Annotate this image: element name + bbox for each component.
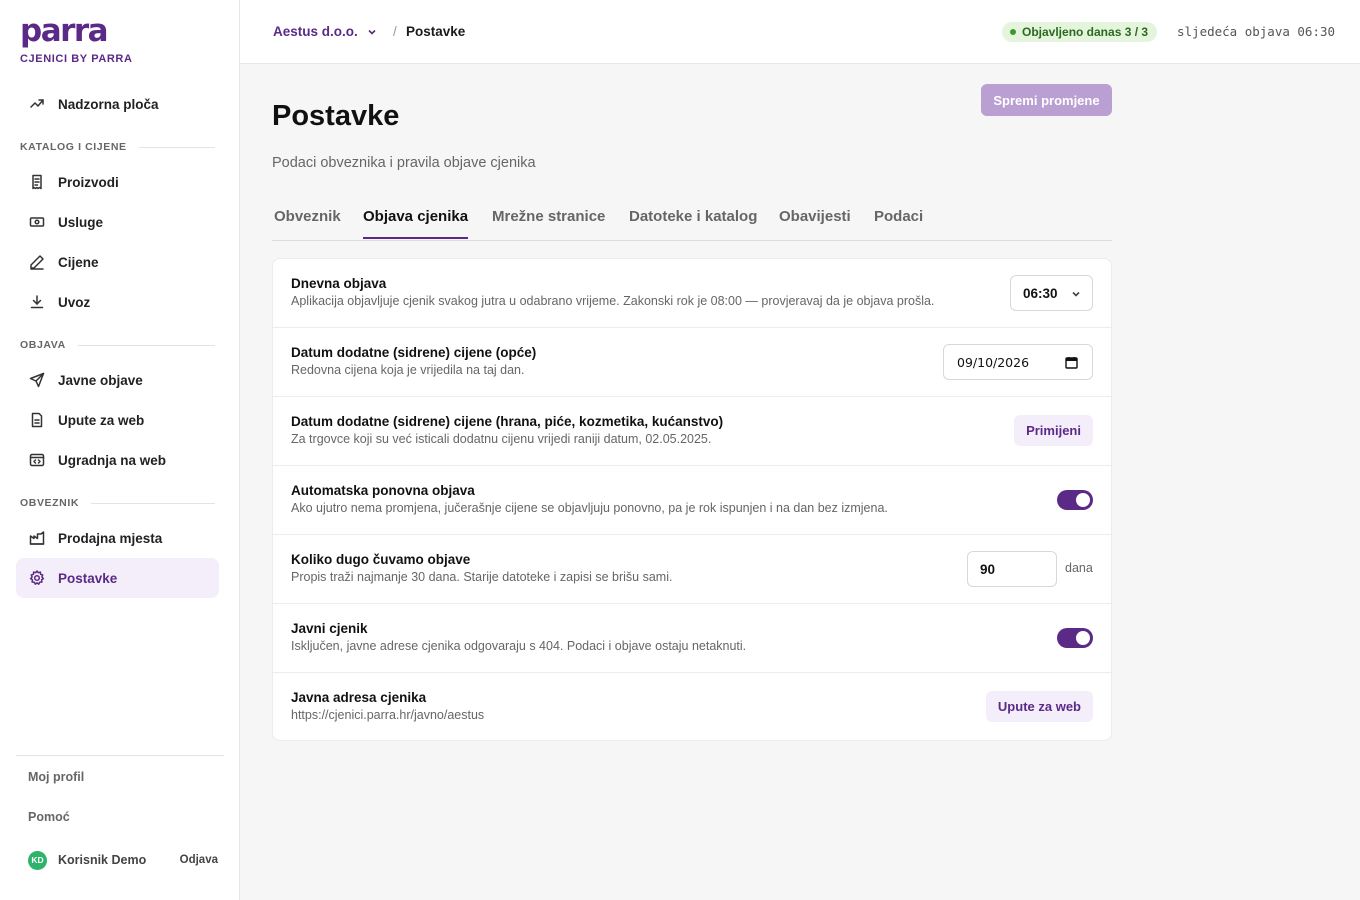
user-row: KD Korisnik Demo Odjava <box>28 850 218 870</box>
setting-row-daily-publish: Dnevna objava Aplikacija objavljuje cjen… <box>273 259 1111 328</box>
settings-tabs: Obveznik Objava cjenika Mrežne stranice … <box>272 200 1112 241</box>
tab-notifications[interactable]: Obavijesti <box>779 208 851 237</box>
sidebar-item-label: Uvoz <box>58 294 91 310</box>
setting-row-retention: Koliko dugo čuvamo objave Propis traži n… <box>273 535 1111 604</box>
sidebar-item-settings[interactable]: Postavke <box>16 558 219 598</box>
download-icon <box>28 293 46 311</box>
setting-row-anchor-general: Datum dodatne (sidrene) cijene (opće) Re… <box>273 328 1111 397</box>
logout-link[interactable]: Odjava <box>180 854 218 866</box>
sidebar-item-label: Nadzorna ploča <box>58 96 159 112</box>
sidebar-item-web-guide[interactable]: Upute za web <box>16 400 219 440</box>
parra-logo[interactable]: parra <box>20 14 109 48</box>
calendar-icon[interactable] <box>1065 356 1078 369</box>
page-title: Postavke <box>272 100 400 132</box>
retention-days-input[interactable]: 90 <box>967 551 1057 587</box>
publish-time-value: 06:30 <box>1023 285 1058 301</box>
save-button[interactable]: Spremi promjene <box>981 84 1112 116</box>
sidebar-item-points-of-sale[interactable]: Prodajna mjesta <box>16 518 219 558</box>
trending-up-icon <box>28 95 46 113</box>
setting-row-public-url: Javna adresa cjenika https://cjenici.par… <box>273 673 1111 742</box>
setting-description: Aplikacija objavljuje cjenik svakog jutr… <box>291 294 935 308</box>
setting-title: Datum dodatne (sidrene) cijene (opće) <box>291 345 537 360</box>
sidebar-item-label: Proizvodi <box>58 174 119 190</box>
receipt-icon <box>28 173 46 191</box>
setting-title: Koliko dugo čuvamo objave <box>291 552 471 567</box>
breadcrumb-separator: / <box>393 24 397 39</box>
sidebar-item-prices[interactable]: Cijene <box>16 242 219 282</box>
gear-icon <box>28 569 46 587</box>
setting-row-auto-republish: Automatska ponovna objava Ako ujutro nem… <box>273 466 1111 535</box>
status-badge-label: Objavljeno danas 3 / 3 <box>1022 25 1149 39</box>
code-window-icon <box>28 451 46 469</box>
setting-title: Datum dodatne (sidrene) cijene (hrana, p… <box>291 414 724 429</box>
tab-files-catalog[interactable]: Datoteke i katalog <box>629 208 757 237</box>
anchor-date-input[interactable]: 09/10/2026 <box>943 344 1093 380</box>
document-icon <box>28 411 46 429</box>
sidebar-divider <box>16 755 224 756</box>
web-guide-button[interactable]: Upute za web <box>985 691 1093 722</box>
page-subtitle: Podaci obveznika i pravila objave cjenik… <box>272 155 536 171</box>
public-pricelist-toggle[interactable] <box>1057 628 1093 648</box>
company-switcher[interactable]: Aestus d.o.o. <box>273 24 377 39</box>
my-profile-link[interactable]: Moj profil <box>28 770 84 784</box>
section-heading-obligor: OBVEZNIK <box>20 497 215 509</box>
tab-data[interactable]: Podaci <box>874 208 923 237</box>
tab-websites[interactable]: Mrežne stranice <box>492 208 605 237</box>
public-url-text: https://cjenici.parra.hr/javno/aestus <box>291 708 485 722</box>
pencil-icon <box>28 253 46 271</box>
tab-price-publishing[interactable]: Objava cjenika <box>363 208 469 239</box>
sidebar-item-services[interactable]: Usluge <box>16 202 219 242</box>
breadcrumb-current: Postavke <box>406 24 466 39</box>
setting-title: Automatska ponovna objava <box>291 483 475 498</box>
send-icon <box>28 371 46 389</box>
status-dot-icon <box>1010 29 1016 35</box>
status-badge: Objavljeno danas 3 / 3 <box>1002 22 1158 42</box>
setting-row-public-pricelist: Javni cjenik Isključen, javne adrese cje… <box>273 604 1111 673</box>
sidebar-item-web-embed[interactable]: Ugradnja na web <box>16 440 219 480</box>
setting-description: Propis traži najmanje 30 dana. Starije d… <box>291 570 673 584</box>
sidebar: parra CJENICI BY PARRA Nadzorna ploča KA… <box>0 0 240 900</box>
factory-icon <box>28 529 46 547</box>
settings-card: Dnevna objava Aplikacija objavljuje cjen… <box>272 258 1112 741</box>
next-publish-time: sljedeća objava 06:30 <box>1177 24 1336 39</box>
setting-row-anchor-food: Datum dodatne (sidrene) cijene (hrana, p… <box>273 397 1111 466</box>
sidebar-item-label: Usluge <box>58 214 104 230</box>
anchor-date-value: 09/10/2026 <box>957 354 1030 370</box>
sidebar-item-label: Postavke <box>58 570 118 586</box>
help-link[interactable]: Pomoć <box>28 810 70 824</box>
company-name: Aestus d.o.o. <box>273 24 358 39</box>
avatar: KD <box>28 850 47 870</box>
chevron-down-icon <box>368 29 376 35</box>
sidebar-item-import[interactable]: Uvoz <box>16 282 219 322</box>
tab-obligor[interactable]: Obveznik <box>274 208 341 237</box>
logo-subtitle: CJENICI BY PARRA <box>20 53 133 65</box>
top-bar: Aestus d.o.o. / Postavke Objavljeno dana… <box>240 0 1360 64</box>
sidebar-item-label: Ugradnja na web <box>58 452 167 468</box>
auto-republish-toggle[interactable] <box>1057 490 1093 510</box>
sidebar-item-dashboard[interactable]: Nadzorna ploča <box>16 84 219 124</box>
user-name: Korisnik Demo <box>58 853 147 867</box>
sidebar-item-label: Upute za web <box>58 412 145 428</box>
chevron-down-icon <box>1072 291 1080 297</box>
sidebar-item-public-posts[interactable]: Javne objave <box>16 360 219 400</box>
retention-unit: dana <box>1065 561 1093 575</box>
setting-title: Dnevna objava <box>291 276 387 291</box>
section-heading-catalog: KATALOG I CIJENE <box>20 141 215 153</box>
banknote-icon <box>28 213 46 231</box>
setting-description: Redovna cijena koja je vrijedila na taj … <box>291 363 525 377</box>
sidebar-item-label: Prodajna mjesta <box>58 530 163 546</box>
setting-title: Javni cjenik <box>291 621 368 636</box>
setting-description: Ako ujutro nema promjena, jučerašnje cij… <box>291 501 888 515</box>
setting-description: Isključen, javne adrese cjenika odgovara… <box>291 639 747 653</box>
sidebar-item-label: Cijene <box>58 254 99 270</box>
sidebar-item-products[interactable]: Proizvodi <box>16 162 219 202</box>
publish-time-select[interactable]: 06:30 <box>1010 275 1093 311</box>
setting-title: Javna adresa cjenika <box>291 690 427 705</box>
sidebar-item-label: Javne objave <box>58 372 143 388</box>
setting-description: Za trgovce koji su već isticali dodatnu … <box>291 432 712 446</box>
apply-button[interactable]: Primijeni <box>1014 415 1093 446</box>
section-heading-publish: OBJAVA <box>20 339 215 351</box>
